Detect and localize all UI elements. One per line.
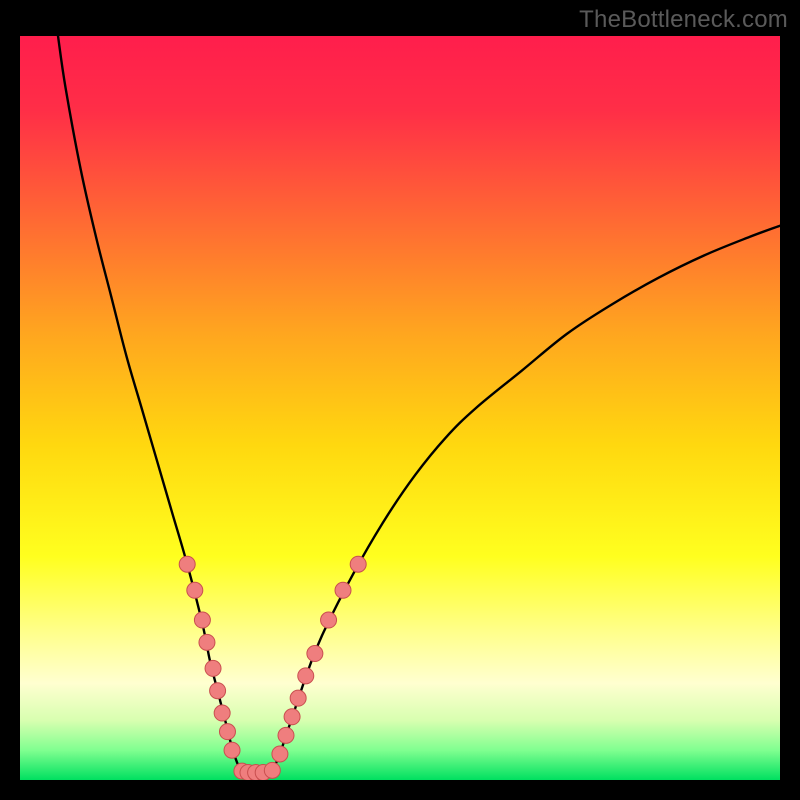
marker-dot xyxy=(335,582,351,598)
marker-dot xyxy=(179,556,195,572)
marker-dot xyxy=(307,646,323,662)
marker-dot xyxy=(290,690,306,706)
marker-dot xyxy=(278,727,294,743)
marker-dot xyxy=(350,556,366,572)
marker-dot xyxy=(205,660,221,676)
marker-dot xyxy=(272,746,288,762)
marker-dot xyxy=(199,634,215,650)
marker-dot xyxy=(284,709,300,725)
chart-root: TheBottleneck.com xyxy=(0,0,800,800)
marker-dot xyxy=(210,683,226,699)
marker-dot xyxy=(219,724,235,740)
gradient-background xyxy=(20,36,780,780)
plot-frame xyxy=(20,36,780,780)
marker-dot xyxy=(194,612,210,628)
marker-dot xyxy=(298,668,314,684)
marker-dot xyxy=(264,762,280,778)
marker-dot xyxy=(224,742,240,758)
watermark-text: TheBottleneck.com xyxy=(579,6,788,34)
marker-dot xyxy=(214,705,230,721)
marker-dot xyxy=(187,582,203,598)
marker-dot xyxy=(321,612,337,628)
bottleneck-chart xyxy=(20,36,780,780)
